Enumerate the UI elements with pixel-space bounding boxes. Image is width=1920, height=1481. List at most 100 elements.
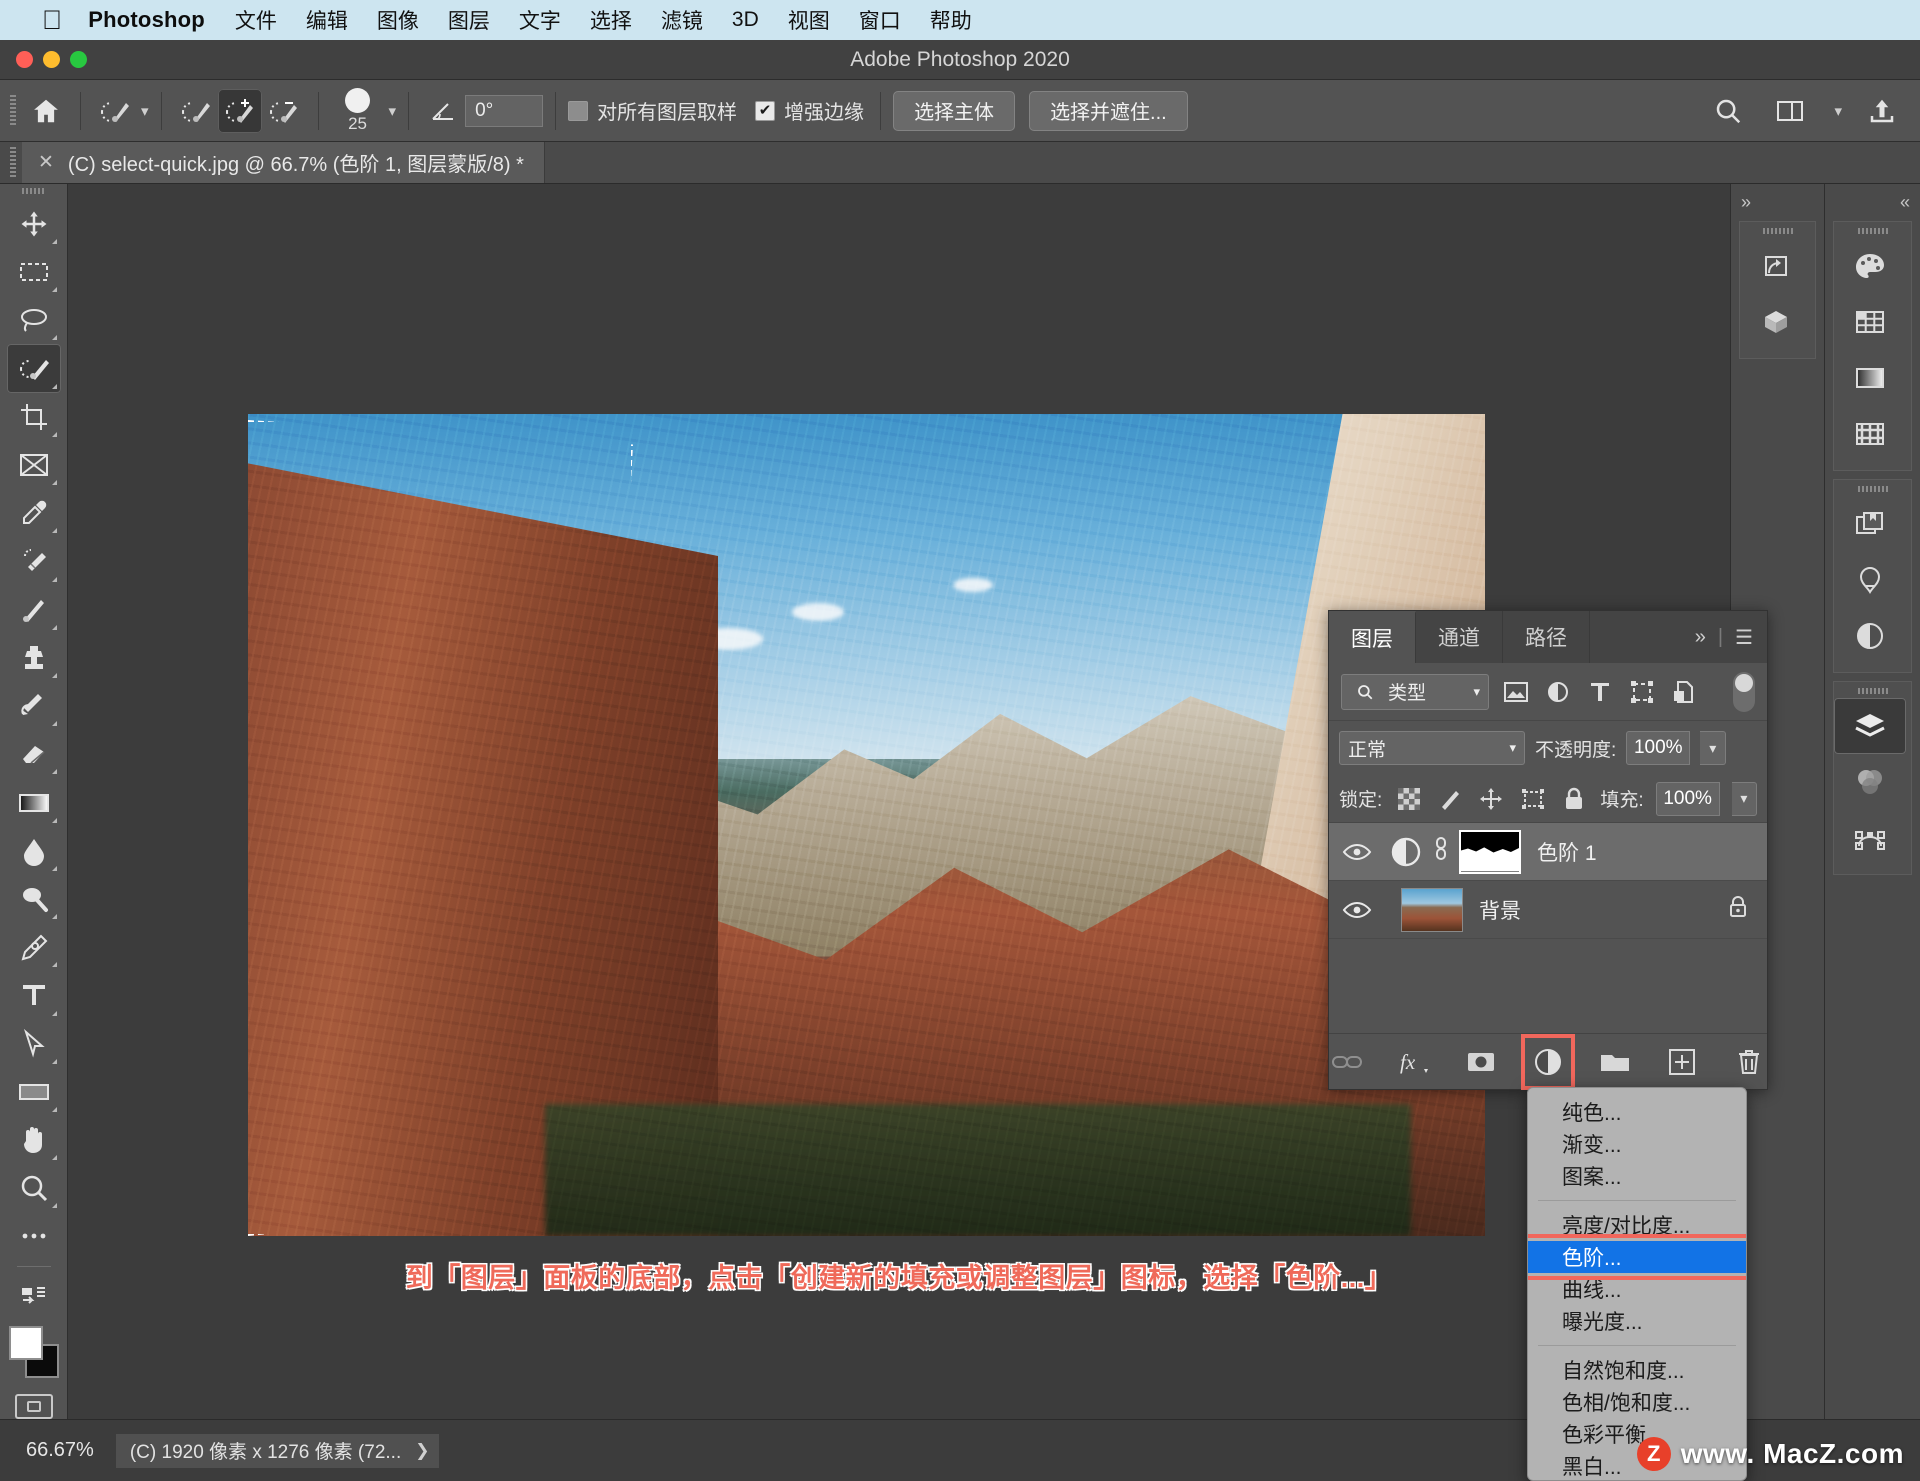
color-panel-icon[interactable] <box>1834 238 1906 294</box>
enhance-edge-checkbox[interactable] <box>755 100 776 121</box>
layers-panel-icon[interactable] <box>1834 698 1906 754</box>
enhance-edge-checkbox-row[interactable]: 增强边缘 <box>755 96 864 125</box>
tools-panel-grip[interactable] <box>21 188 46 194</box>
menu-item-edit[interactable]: 编辑 <box>306 5 348 35</box>
rail-group-grip[interactable] <box>1857 486 1888 492</box>
brush-size-preview[interactable]: 25 <box>331 87 385 134</box>
more-tools-button[interactable] <box>7 1212 61 1260</box>
brush-tool[interactable] <box>7 586 61 634</box>
rail-group-grip[interactable] <box>1857 228 1888 234</box>
tab-paths[interactable]: 路径 <box>1503 611 1590 663</box>
arrange-documents-icon[interactable] <box>1768 89 1812 133</box>
chevron-down-icon[interactable]: ▾ <box>389 102 397 120</box>
quick-selection-tool[interactable] <box>6 344 61 393</box>
new-adjustment-layer-button[interactable] <box>1520 1033 1576 1090</box>
zoom-tool[interactable] <box>7 1164 61 1212</box>
link-layers-button[interactable] <box>1329 1043 1366 1081</box>
sample-all-layers-checkbox-row[interactable]: 对所有图层取样 <box>568 96 737 125</box>
maximize-window-button[interactable] <box>70 51 87 68</box>
3d-panel-icon[interactable] <box>1740 294 1812 350</box>
quick-mask-icon[interactable] <box>14 1393 53 1419</box>
menu-item-3d[interactable]: 3D <box>732 8 759 32</box>
layer-thumbnails[interactable] <box>1385 829 1521 874</box>
menu-item-select[interactable]: 选择 <box>590 5 632 35</box>
chevron-down-icon[interactable]: ▾ <box>1509 740 1516 756</box>
sample-all-layers-checkbox[interactable] <box>568 100 589 121</box>
menu-item-window[interactable]: 窗口 <box>859 5 901 35</box>
foreground-color-swatch[interactable] <box>8 1325 43 1360</box>
clone-stamp-tool[interactable] <box>7 634 61 682</box>
add-layer-mask-button[interactable] <box>1463 1043 1500 1081</box>
chevron-down-icon[interactable]: ▾ <box>1473 684 1480 700</box>
app-name-label[interactable]: Photoshop <box>88 7 205 33</box>
delete-layer-button[interactable] <box>1730 1043 1767 1081</box>
zoom-level[interactable]: 66.67% <box>0 1439 116 1462</box>
lasso-tool[interactable] <box>7 296 61 344</box>
filter-type-icon[interactable] <box>1585 677 1615 707</box>
filter-enable-toggle[interactable] <box>1733 671 1755 712</box>
apple-logo-icon[interactable]:  <box>42 6 62 34</box>
color-swatches[interactable] <box>7 1325 61 1382</box>
table-row[interactable]: 背景 <box>1329 881 1767 939</box>
move-tool[interactable] <box>7 200 61 248</box>
eraser-tool[interactable] <box>7 730 61 778</box>
layers-list[interactable]: 色阶 1 背景 <box>1329 823 1767 1033</box>
dodge-tool[interactable] <box>7 875 61 923</box>
menu-item-gradient[interactable]: 渐变... <box>1528 1128 1746 1160</box>
layer-thumbnail[interactable] <box>1401 887 1463 932</box>
layer-mask-thumbnail[interactable] <box>1459 829 1521 874</box>
eyedropper-tool[interactable] <box>7 489 61 537</box>
layer-name[interactable]: 背景 <box>1463 895 1521 925</box>
new-adjustment-layer-menu[interactable]: 纯色... 渐变... 图案... 亮度/对比度... 色阶... 曲线... … <box>1527 1087 1747 1481</box>
chevron-down-icon[interactable]: ▾ <box>1834 102 1842 120</box>
close-icon[interactable]: ✕ <box>38 151 54 174</box>
menu-item-levels[interactable]: 色阶... <box>1528 1241 1746 1273</box>
layer-style-button[interactable]: fx <box>1396 1043 1433 1081</box>
expand-panels-icon[interactable]: « <box>1825 184 1920 213</box>
quick-selection-tool-icon[interactable] <box>93 89 137 133</box>
lock-all-icon[interactable] <box>1559 784 1588 814</box>
share-icon[interactable] <box>1860 89 1904 133</box>
patterns-panel-icon[interactable] <box>1834 406 1906 462</box>
edit-toolbar-button[interactable] <box>7 1272 61 1320</box>
menu-item-layer[interactable]: 图层 <box>448 5 490 35</box>
properties-panel-icon[interactable] <box>1834 608 1906 664</box>
chevron-down-icon[interactable]: ▾ <box>141 102 149 120</box>
menu-item-filter[interactable]: 滤镜 <box>661 5 703 35</box>
eye-icon[interactable] <box>1329 842 1385 862</box>
tab-bar-grip[interactable] <box>10 147 16 178</box>
document-tab[interactable]: ✕ (C) select-quick.jpg @ 66.7% (色阶 1, 图层… <box>22 142 545 183</box>
chevron-double-right-icon[interactable]: » <box>1695 626 1706 649</box>
collapse-panels-icon[interactable]: » <box>1731 184 1824 213</box>
select-subject-button[interactable]: 选择主体 <box>893 90 1016 131</box>
menu-item-help[interactable]: 帮助 <box>930 5 972 35</box>
gradient-tool[interactable] <box>7 778 61 826</box>
type-tool[interactable] <box>7 971 61 1019</box>
gradients-panel-icon[interactable] <box>1834 350 1906 406</box>
opacity-value[interactable]: 100% <box>1626 731 1691 765</box>
opacity-stepper[interactable]: ▾ <box>1700 731 1727 765</box>
menu-item-solid-color[interactable]: 纯色... <box>1528 1096 1746 1128</box>
lock-artboard-icon[interactable] <box>1518 784 1547 814</box>
libraries-panel-icon[interactable] <box>1834 496 1906 552</box>
frame-tool[interactable] <box>7 441 61 489</box>
canvas-image[interactable] <box>248 414 1485 1236</box>
fill-stepper[interactable]: ▾ <box>1731 781 1757 816</box>
menu-item-view[interactable]: 视图 <box>788 5 830 35</box>
paths-panel-icon[interactable] <box>1834 810 1906 866</box>
swatches-panel-icon[interactable] <box>1834 294 1906 350</box>
lock-position-icon[interactable] <box>1477 784 1506 814</box>
select-and-mask-button[interactable]: 选择并遮住... <box>1029 90 1188 131</box>
eye-icon[interactable] <box>1329 900 1385 920</box>
healing-brush-tool[interactable] <box>7 537 61 585</box>
home-icon[interactable] <box>24 89 68 133</box>
crop-tool[interactable] <box>7 393 61 441</box>
minimize-window-button[interactable] <box>43 51 60 68</box>
layer-thumbnails[interactable] <box>1385 887 1463 932</box>
layer-filter-type-select[interactable]: 类型 ▾ <box>1341 673 1489 710</box>
menu-item-hue-saturation[interactable]: 色相/饱和度... <box>1528 1386 1746 1418</box>
pen-tool[interactable] <box>7 923 61 971</box>
rail-group-grip[interactable] <box>1762 228 1793 234</box>
menu-item-brightness-contrast[interactable]: 亮度/对比度... <box>1528 1209 1746 1241</box>
menu-item-vibrance[interactable]: 自然饱和度... <box>1528 1354 1746 1386</box>
